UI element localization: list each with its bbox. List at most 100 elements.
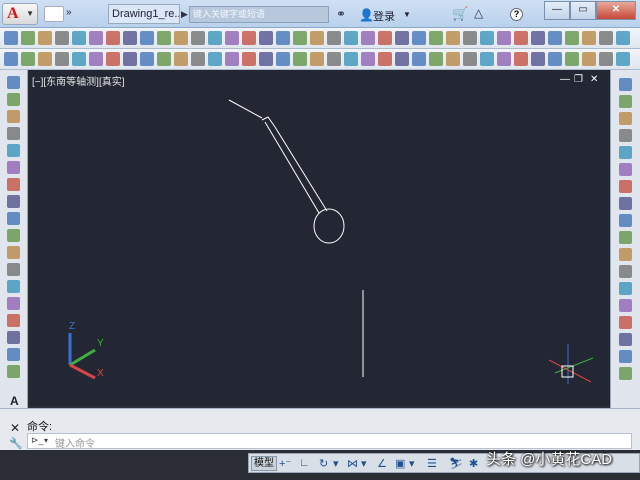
draw-tool-icon[interactable] — [7, 297, 20, 310]
toolbar-tool-icon[interactable] — [378, 52, 392, 66]
draw-tool-icon[interactable] — [7, 314, 20, 327]
toolbar-tool-icon[interactable] — [548, 31, 562, 45]
toolbar-tool-icon[interactable] — [55, 52, 69, 66]
toolbar-tool-icon[interactable] — [276, 31, 290, 45]
chevron-right-icon[interactable]: ▶ — [181, 9, 188, 20]
toolbar-tool-icon[interactable] — [327, 52, 341, 66]
toolbar-tool-icon[interactable] — [344, 31, 358, 45]
toolbar-tool-icon[interactable] — [565, 31, 579, 45]
toolbar-tool-icon[interactable] — [531, 31, 545, 45]
toolbar-tool-icon[interactable] — [599, 52, 613, 66]
search-input[interactable]: 键入关键字或短语 — [189, 6, 329, 23]
toolbar-tool-icon[interactable] — [514, 52, 528, 66]
modify-tool-icon[interactable] — [619, 282, 632, 295]
toolbar-tool-icon[interactable] — [225, 31, 239, 45]
modify-tool-icon[interactable] — [619, 231, 632, 244]
command-prompt-icon[interactable]: ⊳_ — [31, 435, 44, 446]
toolbar-tool-icon[interactable] — [412, 52, 426, 66]
new-file-icon[interactable] — [44, 6, 64, 22]
toolbar-tool-icon[interactable] — [106, 31, 120, 45]
isodraft-icon[interactable]: ⋈ — [347, 457, 358, 470]
modify-tool-icon[interactable] — [619, 78, 632, 91]
toolbar-tool-icon[interactable] — [463, 52, 477, 66]
toolbar-tool-icon[interactable] — [191, 52, 205, 66]
toolbar-tool-icon[interactable] — [599, 31, 613, 45]
object-snap-tracking-icon[interactable]: ∠ — [377, 457, 387, 470]
toolbar-tool-icon[interactable] — [429, 31, 443, 45]
chevron-down-icon[interactable]: ▾ — [361, 457, 367, 470]
command-input[interactable]: ⊳_ ▾ 键入命令 — [27, 433, 632, 450]
chevron-down-icon[interactable]: ▾ — [409, 457, 415, 470]
toolbar-tool-icon[interactable] — [293, 31, 307, 45]
application-menu-button[interactable]: A ▼ — [2, 3, 38, 25]
toolbar-tool-icon[interactable] — [582, 31, 596, 45]
toolbar-tool-icon[interactable] — [21, 52, 35, 66]
help-icon[interactable]: ? — [510, 8, 523, 21]
modify-tool-icon[interactable] — [619, 197, 632, 210]
toolbar-tool-icon[interactable] — [395, 52, 409, 66]
cart-icon[interactable]: 🛒 — [452, 6, 468, 22]
toolbar-tool-icon[interactable] — [344, 52, 358, 66]
wrench-icon[interactable]: 🔧 — [9, 437, 23, 450]
toolbar-tool-icon[interactable] — [242, 31, 256, 45]
modify-tool-icon[interactable] — [619, 299, 632, 312]
drawing-viewport[interactable]: [−][东南等轴测][真实] — ❐ ✕ Z Y X — [29, 70, 610, 406]
binoculars-icon[interactable]: ⚭ — [336, 7, 346, 21]
modify-tool-icon[interactable] — [619, 112, 632, 125]
toolbar-tool-icon[interactable] — [191, 31, 205, 45]
toolbar-tool-icon[interactable] — [208, 52, 222, 66]
toolbar-tool-icon[interactable] — [548, 52, 562, 66]
toolbar-tool-icon[interactable] — [157, 31, 171, 45]
toolbar-tool-icon[interactable] — [106, 52, 120, 66]
draw-tool-icon[interactable] — [7, 127, 20, 140]
close-command-line-icon[interactable]: ✕ — [10, 421, 20, 435]
annotation-scale-icon[interactable]: ⛷ — [449, 457, 463, 470]
toolbar-tool-icon[interactable] — [4, 52, 18, 66]
modify-tool-icon[interactable] — [619, 95, 632, 108]
toolbar-tool-icon[interactable] — [38, 52, 52, 66]
lineweight-icon[interactable]: ☰ — [427, 457, 437, 470]
toolbar-tool-icon[interactable] — [89, 52, 103, 66]
draw-tool-icon[interactable] — [7, 280, 20, 293]
toolbar-tool-icon[interactable] — [565, 52, 579, 66]
object-snap-icon[interactable]: ▣ — [395, 457, 405, 470]
toolbar-tool-icon[interactable] — [361, 31, 375, 45]
overflow-arrows-icon[interactable]: » — [66, 7, 72, 18]
toolbar-tool-icon[interactable] — [480, 52, 494, 66]
draw-tool-icon[interactable] — [7, 331, 20, 344]
draw-tool-icon[interactable] — [7, 246, 20, 259]
modify-tool-icon[interactable] — [619, 367, 632, 380]
workspace-icon[interactable]: ✱ — [469, 457, 478, 470]
login-button[interactable]: 登录 — [373, 8, 395, 24]
user-icon[interactable]: 👤 — [359, 8, 374, 22]
toolbar-tool-icon[interactable] — [310, 31, 324, 45]
chevron-down-icon[interactable]: ▾ — [333, 457, 339, 470]
ortho-icon[interactable]: ∟ — [299, 457, 310, 469]
modify-tool-icon[interactable] — [619, 214, 632, 227]
toolbar-tool-icon[interactable] — [412, 31, 426, 45]
toolbar-tool-icon[interactable] — [327, 31, 341, 45]
model-space-button[interactable]: 模型 — [251, 456, 277, 471]
toolbar-tool-icon[interactable] — [514, 31, 528, 45]
modify-tool-icon[interactable] — [619, 248, 632, 261]
toolbar-tool-icon[interactable] — [259, 31, 273, 45]
toolbar-tool-icon[interactable] — [157, 52, 171, 66]
drawing-canvas[interactable]: Z Y X — [29, 70, 610, 406]
restore-button[interactable]: ▭ — [570, 1, 596, 20]
toolbar-tool-icon[interactable] — [123, 52, 137, 66]
grid-icon[interactable]: +⁻ — [279, 457, 291, 470]
draw-tool-icon[interactable] — [7, 144, 20, 157]
toolbar-tool-icon[interactable] — [616, 31, 630, 45]
minimize-button[interactable]: — — [544, 1, 570, 20]
toolbar-tool-icon[interactable] — [361, 52, 375, 66]
toolbar-tool-icon[interactable] — [38, 31, 52, 45]
toolbar-tool-icon[interactable] — [497, 31, 511, 45]
toolbar-tool-icon[interactable] — [140, 31, 154, 45]
toolbar-tool-icon[interactable] — [463, 31, 477, 45]
toolbar-tool-icon[interactable] — [293, 52, 307, 66]
draw-tool-icon[interactable] — [7, 76, 20, 89]
toolbar-tool-icon[interactable] — [429, 52, 443, 66]
modify-tool-icon[interactable] — [619, 180, 632, 193]
toolbar-tool-icon[interactable] — [259, 52, 273, 66]
modify-tool-icon[interactable] — [619, 265, 632, 278]
